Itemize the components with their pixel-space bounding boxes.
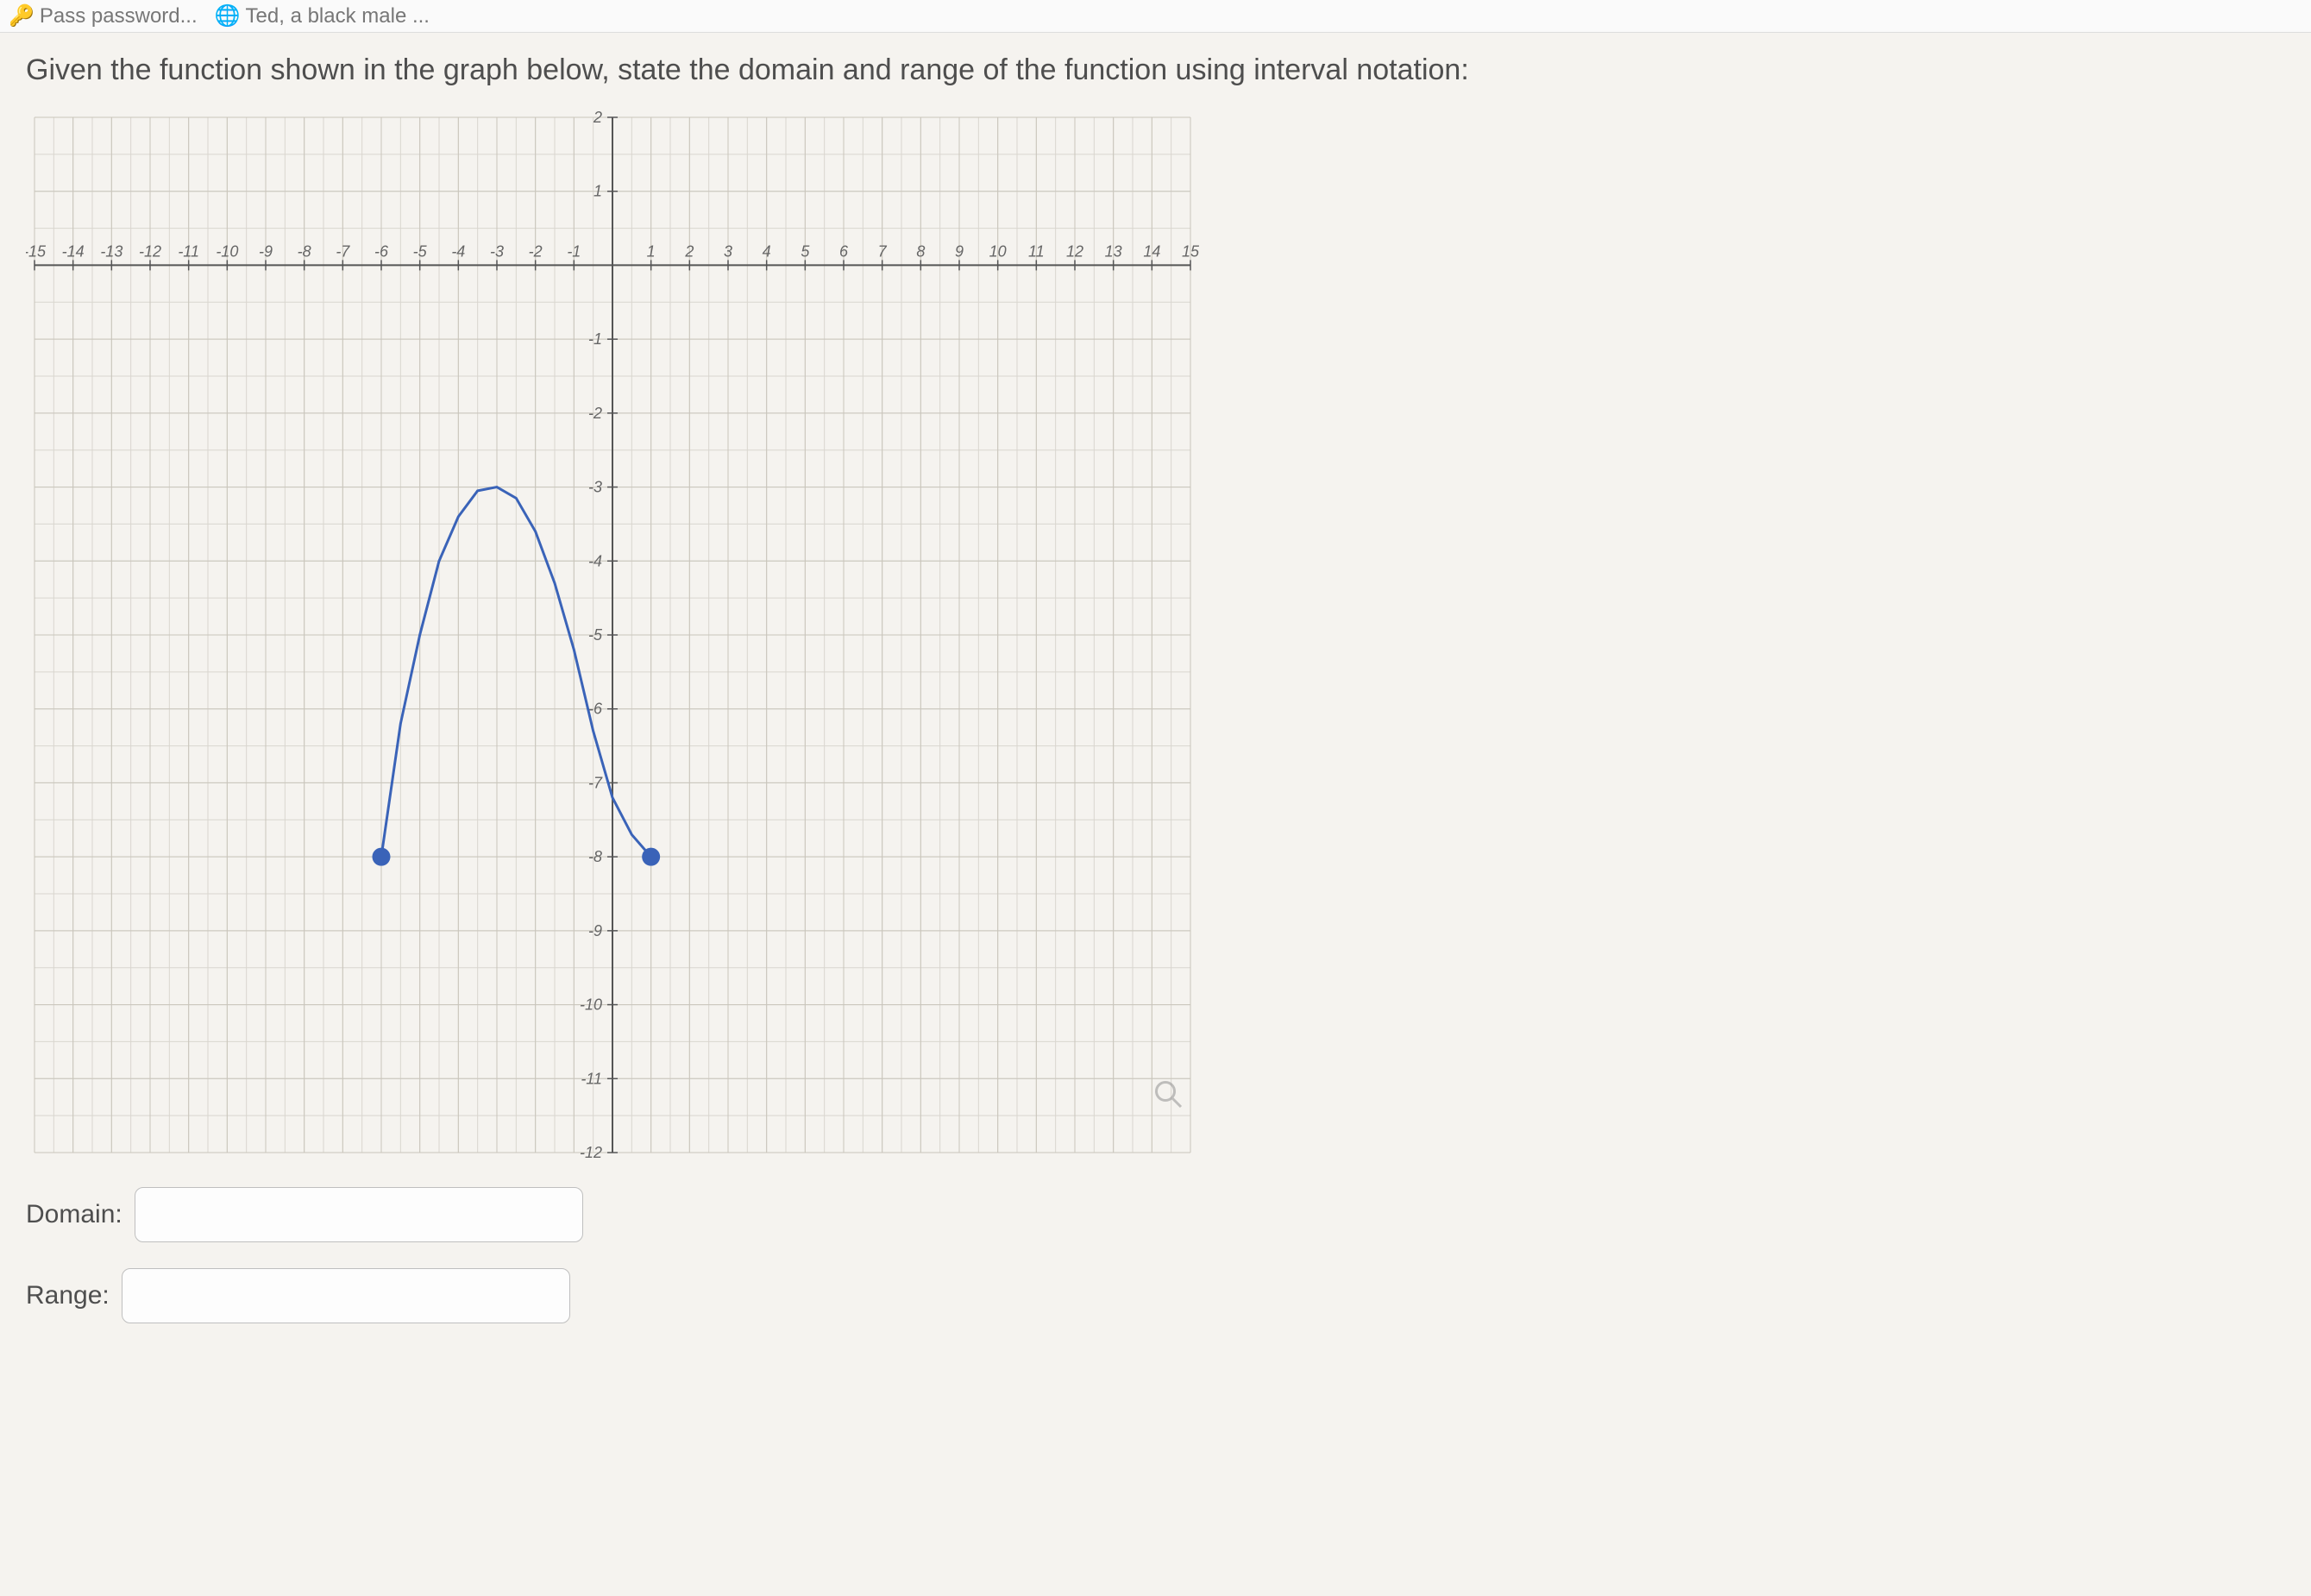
svg-text:-4: -4 <box>588 552 602 569</box>
chart-svg: -15-14-13-12-11-10-9-8-7-6-5-4-3-2-11234… <box>26 109 1199 1161</box>
domain-input[interactable] <box>135 1187 583 1242</box>
svg-text:10: 10 <box>989 242 1007 260</box>
svg-text:1: 1 <box>593 182 602 199</box>
svg-text:-12: -12 <box>139 242 161 260</box>
svg-text:-6: -6 <box>374 242 389 260</box>
svg-text:4: 4 <box>763 242 771 260</box>
range-row: Range: <box>26 1268 2285 1323</box>
svg-text:1: 1 <box>647 242 656 260</box>
svg-text:-5: -5 <box>413 242 428 260</box>
svg-text:-8: -8 <box>588 848 602 865</box>
bookmark-item[interactable]: 🔑 Pass password... <box>9 3 198 28</box>
svg-text:-13: -13 <box>100 242 122 260</box>
svg-text:-7: -7 <box>336 242 350 260</box>
key-icon: 🔑 <box>9 3 35 28</box>
answer-inputs: Domain: Range: <box>26 1187 2285 1323</box>
domain-label: Domain: <box>26 1200 122 1229</box>
svg-text:-8: -8 <box>298 242 311 260</box>
svg-text:-5: -5 <box>588 626 603 644</box>
svg-text:11: 11 <box>1028 242 1045 260</box>
svg-text:-2: -2 <box>529 242 543 260</box>
svg-text:8: 8 <box>916 242 925 260</box>
svg-text:13: 13 <box>1105 242 1122 260</box>
svg-text:-1: -1 <box>588 330 602 348</box>
question-content: Given the function shown in the graph be… <box>0 33 2311 1341</box>
svg-text:14: 14 <box>1143 242 1160 260</box>
svg-text:-2: -2 <box>588 404 602 421</box>
svg-text:-3: -3 <box>588 478 602 495</box>
svg-text:-11: -11 <box>178 242 199 260</box>
svg-text:7: 7 <box>878 242 888 260</box>
svg-text:-12: -12 <box>580 1144 602 1161</box>
bookmark-item[interactable]: 🌐 Ted, a black male ... <box>215 3 430 28</box>
bookmark-label: Pass password... <box>40 4 198 28</box>
domain-row: Domain: <box>26 1187 2285 1242</box>
svg-text:-4: -4 <box>451 242 465 260</box>
svg-text:-1: -1 <box>567 242 581 260</box>
svg-text:9: 9 <box>955 242 964 260</box>
svg-text:-11: -11 <box>581 1070 602 1087</box>
svg-text:3: 3 <box>724 242 732 260</box>
question-text: Given the function shown in the graph be… <box>26 50 2285 91</box>
browser-bookmarks-strip: 🔑 Pass password... 🌐 Ted, a black male .… <box>0 0 2311 33</box>
svg-text:-9: -9 <box>259 242 273 260</box>
svg-text:2: 2 <box>593 109 602 126</box>
range-label: Range: <box>26 1281 110 1310</box>
svg-text:-7: -7 <box>588 774 603 791</box>
svg-text:-9: -9 <box>588 921 602 939</box>
svg-text:5: 5 <box>801 242 810 260</box>
function-graph: -15-14-13-12-11-10-9-8-7-6-5-4-3-2-11234… <box>26 109 1199 1161</box>
globe-icon: 🌐 <box>215 3 241 28</box>
svg-text:-14: -14 <box>62 242 85 260</box>
bookmark-label: Ted, a black male ... <box>246 4 430 28</box>
svg-text:-10: -10 <box>216 242 238 260</box>
svg-text:15: 15 <box>1182 242 1199 260</box>
svg-text:6: 6 <box>839 242 849 260</box>
svg-text:-15: -15 <box>26 242 47 260</box>
magnify-icon[interactable] <box>1152 1078 1184 1109</box>
svg-text:12: 12 <box>1066 242 1083 260</box>
svg-text:2: 2 <box>684 242 694 260</box>
range-input[interactable] <box>122 1268 570 1323</box>
svg-text:-3: -3 <box>490 242 504 260</box>
svg-text:-10: -10 <box>580 996 602 1013</box>
